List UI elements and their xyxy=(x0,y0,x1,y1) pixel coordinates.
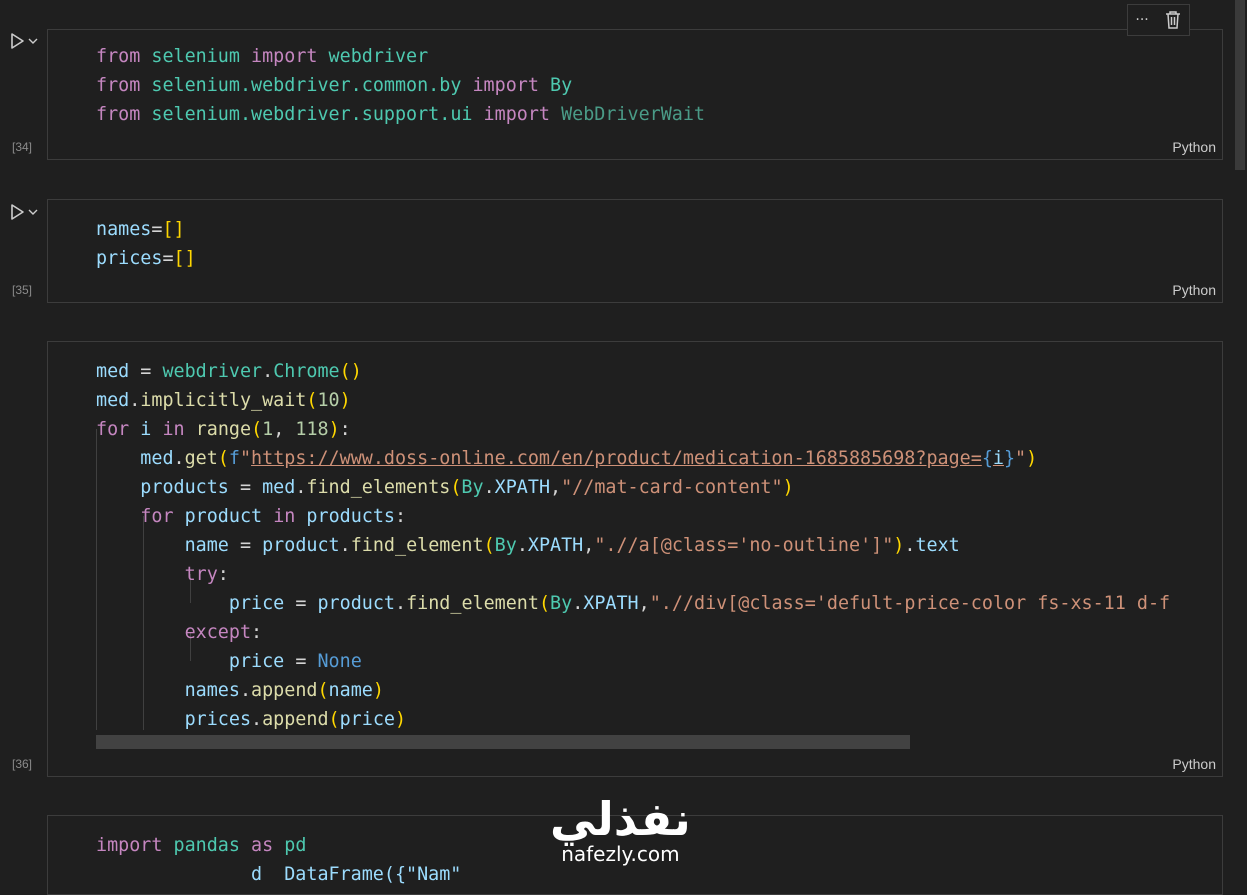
chevron-down-icon[interactable] xyxy=(28,36,38,46)
execution-count: [36] xyxy=(12,757,33,771)
ellipsis-icon[interactable]: ··· xyxy=(1135,12,1148,28)
play-icon xyxy=(11,33,24,49)
vertical-scrollbar[interactable] xyxy=(1233,0,1247,878)
code-cell[interactable]: from selenium import webdriver from sele… xyxy=(47,29,1223,160)
cell-code[interactable]: names=[] prices=[] xyxy=(96,215,1222,273)
cell-language-label[interactable]: Python xyxy=(1172,756,1216,772)
run-cell-button[interactable] xyxy=(8,32,38,50)
chevron-down-icon[interactable] xyxy=(28,207,38,217)
watermark-logo: نفذلي nafezly.com xyxy=(550,792,691,866)
execution-count: [35] xyxy=(12,283,33,297)
trash-icon[interactable] xyxy=(1164,10,1182,30)
cell-code[interactable]: med = webdriver.Chrome() med.implicitly_… xyxy=(96,357,1222,734)
code-cell[interactable]: med = webdriver.Chrome() med.implicitly_… xyxy=(47,341,1223,777)
cell-language-label[interactable]: Python xyxy=(1172,282,1216,298)
code-cell[interactable]: names=[] prices=[] Python xyxy=(47,199,1223,303)
cell-language-label[interactable]: Python xyxy=(1172,139,1216,155)
execution-count: [34] xyxy=(12,140,33,154)
scrollbar-thumb[interactable] xyxy=(1235,0,1245,170)
cell-toolbar: ··· xyxy=(1127,4,1190,36)
cell-code[interactable]: from selenium import webdriver from sele… xyxy=(96,42,1222,129)
horizontal-scrollbar[interactable] xyxy=(96,735,910,749)
play-icon xyxy=(11,204,24,220)
run-cell-button[interactable] xyxy=(8,203,38,221)
